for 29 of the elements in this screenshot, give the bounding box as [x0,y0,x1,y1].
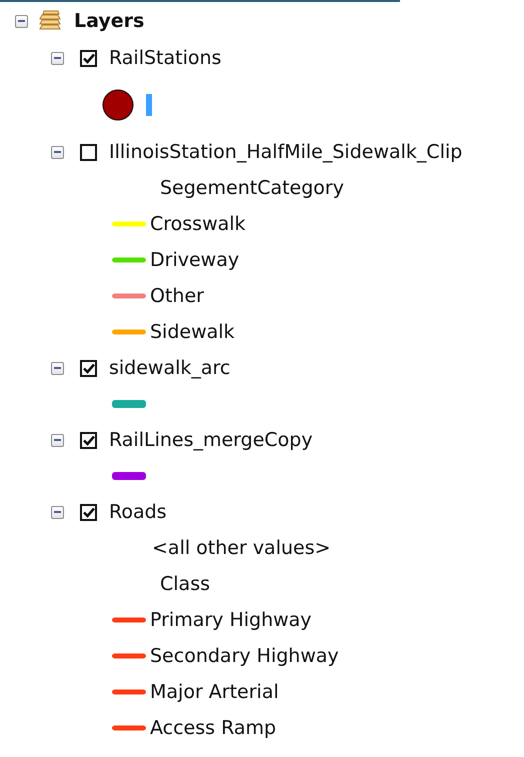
layers-title: Layers [74,10,144,32]
legend-label: <all other values> [152,537,331,559]
layer-name[interactable]: RailLines_mergeCopy [109,429,313,451]
legend-label: Secondary Highway [150,645,339,667]
collapse-toggle[interactable] [51,52,64,64]
layer-name[interactable]: Roads [109,501,167,523]
field-heading: Class [160,573,210,595]
legend-label: Access Ramp [150,717,276,739]
legend-label: Driveway [150,249,240,271]
collapse-toggle[interactable] [15,14,28,28]
layer-checkbox[interactable] [80,50,97,66]
legend-label: Major Arterial [150,681,279,703]
layer-name[interactable]: RailStations [109,47,222,69]
layer-name[interactable]: sidewalk_arc [109,357,230,379]
collapse-toggle[interactable] [51,146,64,158]
collapse-toggle[interactable] [51,434,64,446]
legend-label: Sidewalk [150,321,235,343]
layer-checkbox[interactable] [80,504,97,520]
collapse-toggle[interactable] [51,506,64,518]
legend-label: Crosswalk [150,213,246,235]
layer-checkbox[interactable] [80,432,97,448]
layer-name[interactable]: IllinoisStation_HalfMile_Sidewalk_Clip [109,141,462,163]
legend-label: Other [150,285,204,307]
field-heading: SegementCategory [160,177,344,199]
layers-icon [38,10,62,32]
layer-checkbox[interactable] [80,144,97,160]
layer-checkbox[interactable] [80,360,97,376]
legend-label: Primary Highway [150,609,312,631]
collapse-toggle[interactable] [51,362,64,374]
